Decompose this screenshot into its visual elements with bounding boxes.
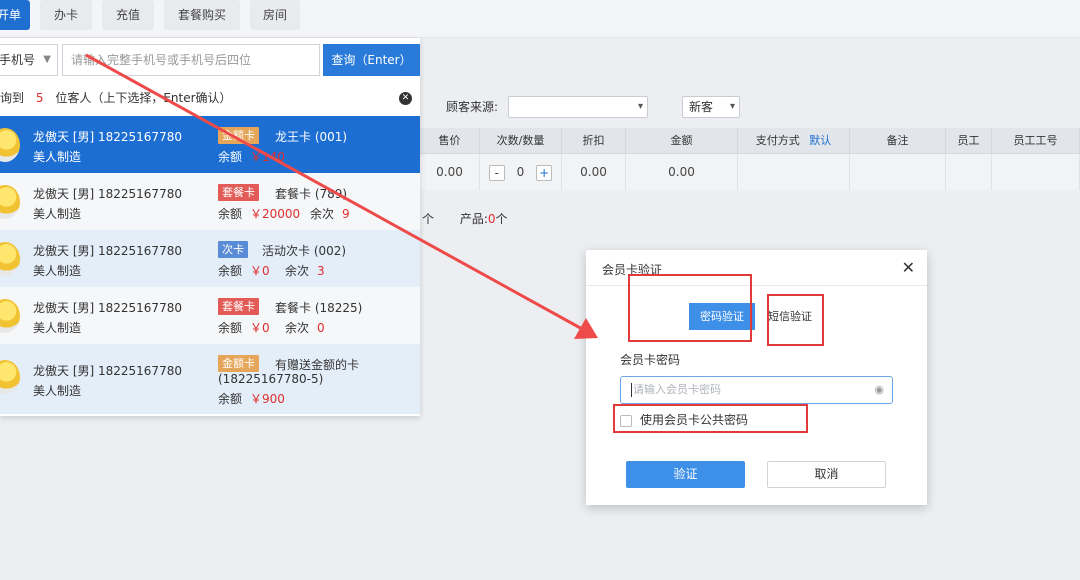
- arrow-head: [574, 318, 598, 339]
- annotation-arrow: [85, 53, 598, 339]
- arrow-line: [85, 53, 585, 332]
